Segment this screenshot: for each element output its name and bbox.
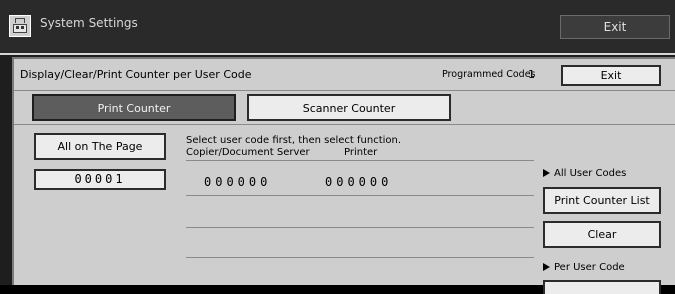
table-row-divider xyxy=(186,257,534,258)
printer-count: 000000 xyxy=(325,175,393,189)
panel-exit-button[interactable]: Exit xyxy=(561,65,661,86)
screen: System Settings Exit Display/Clear/Print… xyxy=(0,0,675,294)
programmed-codes-value: 1 xyxy=(528,68,535,81)
triangle-right-icon xyxy=(543,263,550,271)
window-title: System Settings xyxy=(40,16,138,30)
programmed-codes-label: Programmed Codes xyxy=(442,69,536,80)
per-user-code-label: Per User Code xyxy=(543,262,625,273)
per-user-code-print-button[interactable] xyxy=(543,280,661,294)
tab-print-counter[interactable]: Print Counter xyxy=(32,94,236,121)
panel-header: Display/Clear/Print Counter per User Cod… xyxy=(14,59,675,91)
copier-count: 000000 xyxy=(204,175,272,189)
panel-title: Display/Clear/Print Counter per User Cod… xyxy=(20,68,252,81)
title-bar: System Settings Exit xyxy=(0,0,675,55)
table-row-divider xyxy=(186,160,534,161)
column-header-printer: Printer xyxy=(344,147,378,158)
user-code-button[interactable]: 00001 xyxy=(34,169,166,190)
instruction-text: Select user code first, then select func… xyxy=(186,135,402,146)
all-user-codes-text: All User Codes xyxy=(554,168,627,179)
tab-scanner-counter[interactable]: Scanner Counter xyxy=(247,94,451,121)
clear-button[interactable]: Clear xyxy=(543,221,661,248)
per-user-code-text: Per User Code xyxy=(554,262,625,273)
section-divider xyxy=(14,124,675,125)
triangle-right-icon xyxy=(543,169,550,177)
table-row-divider xyxy=(186,195,534,196)
table-row-divider xyxy=(186,227,534,228)
all-user-codes-label: All User Codes xyxy=(543,168,626,179)
printer-icon xyxy=(9,15,31,37)
column-header-copier: Copier/Document Server xyxy=(186,147,310,158)
counter-panel: Display/Clear/Print Counter per User Cod… xyxy=(12,57,675,294)
title-exit-button[interactable]: Exit xyxy=(560,15,670,39)
all-on-page-button[interactable]: All on The Page xyxy=(34,133,166,160)
print-counter-list-button[interactable]: Print Counter List xyxy=(543,187,661,214)
